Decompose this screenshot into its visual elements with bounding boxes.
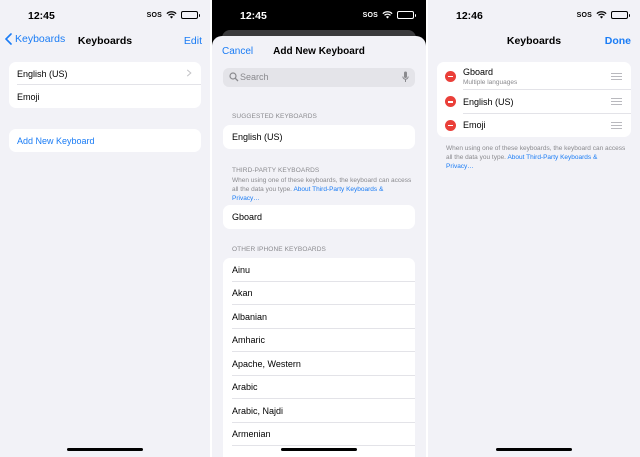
reorder-handle-icon[interactable] — [611, 72, 622, 80]
other-header: OTHER IPHONE KEYBOARDS — [232, 246, 326, 253]
status-time: 12:46 — [456, 10, 483, 22]
third-party-note: When using one of these keyboards, the k… — [232, 176, 412, 203]
wifi-icon — [382, 11, 393, 19]
third-party-keyboard-gboard[interactable]: Gboard — [223, 205, 415, 229]
status-time: 12:45 — [28, 10, 55, 22]
status-time: 12:45 — [240, 10, 267, 22]
keyboard-list: English (US) Emoji — [9, 62, 201, 108]
keyboard-label: Gboard Multiple languages — [463, 67, 517, 86]
delete-icon[interactable] — [445, 119, 456, 131]
keyboard-option[interactable]: Albanian — [223, 305, 415, 329]
suggested-list: English (US) — [223, 125, 415, 149]
keyboard-subtitle: Multiple languages — [463, 78, 518, 86]
sos-indicator: SOS — [362, 11, 378, 19]
third-party-header: THIRD-PARTY KEYBOARDS — [232, 167, 320, 174]
battery-icon — [397, 11, 416, 19]
keyboard-row-english[interactable]: English (US) — [9, 62, 201, 85]
keyboard-row-emoji: Emoji — [437, 114, 631, 138]
status-icons: SOS — [146, 11, 200, 19]
keyboard-row-gboard: Gboard Multiple languages — [437, 62, 631, 90]
home-indicator — [67, 448, 143, 451]
nav-bar: Keyboards Keyboards Edit — [0, 30, 210, 52]
nav-bar: Keyboards Done — [428, 30, 640, 52]
delete-icon[interactable] — [445, 96, 456, 108]
status-bar: 12:45 SOS — [0, 0, 210, 30]
status-bar: 12:46 SOS — [428, 0, 640, 30]
suggested-keyboard-english[interactable]: English (US) — [223, 125, 415, 149]
suggested-header: SUGGESTED KEYBOARDS — [232, 113, 317, 120]
keyboard-option[interactable]: Armenian — [223, 423, 415, 447]
page-title: Keyboards — [77, 35, 133, 47]
keyboard-name: Gboard — [463, 66, 494, 77]
keyboard-option[interactable]: Apache, Western — [223, 352, 415, 376]
status-icons: SOS — [576, 11, 630, 19]
keyboard-row-english: English (US) — [437, 90, 631, 114]
search-field[interactable]: Search — [223, 68, 415, 87]
keyboard-option[interactable]: Ainu — [223, 258, 415, 282]
keyboards-screen: 12:45 SOS Keyboards Keyboards Edit Engli… — [0, 0, 210, 457]
keyboards-edit-screen: 12:46 SOS Keyboards Done Gboard Multiple… — [428, 0, 640, 457]
status-icons: SOS — [362, 11, 416, 19]
add-keyboard-group: Add New Keyboard — [9, 129, 201, 152]
reorder-handle-icon[interactable] — [611, 98, 622, 106]
search-icon — [229, 72, 239, 82]
add-keyboard-screen: 12:45 SOS Cancel Add New Keyboard Search… — [212, 0, 426, 457]
sheet-header: Cancel Add New Keyboard — [212, 36, 426, 66]
third-party-list: Gboard — [223, 205, 415, 229]
home-indicator — [281, 448, 357, 451]
keyboard-option[interactable]: Amharic — [223, 329, 415, 353]
sheet-title: Add New Keyboard — [273, 46, 365, 57]
sos-indicator: SOS — [146, 11, 162, 19]
keyboard-option[interactable]: Akan — [223, 282, 415, 306]
reorder-handle-icon[interactable] — [611, 121, 622, 129]
keyboard-edit-list: Gboard Multiple languages English (US) E… — [437, 62, 631, 137]
keyboard-name: English (US) — [17, 68, 68, 79]
keyboard-name: Emoji — [17, 91, 40, 102]
keyboard-row-emoji[interactable]: Emoji — [9, 85, 201, 108]
keyboard-option[interactable]: Arabic, Najdi — [223, 399, 415, 423]
keyboard-option[interactable]: Arabic — [223, 376, 415, 400]
other-keyboards-list: Ainu Akan Albanian Amharic Apache, Weste… — [223, 258, 415, 457]
microphone-icon[interactable] — [402, 71, 409, 83]
wifi-icon — [166, 11, 177, 19]
wifi-icon — [596, 11, 607, 19]
add-keyboard-sheet: Cancel Add New Keyboard Search SUGGESTED… — [212, 36, 426, 457]
edit-button[interactable]: Edit — [184, 35, 202, 47]
done-button[interactable]: Done — [605, 35, 631, 47]
privacy-note: When using one of these keyboards, the k… — [446, 144, 626, 171]
keyboard-name: Emoji — [463, 120, 486, 131]
battery-icon — [181, 11, 200, 19]
status-bar: 12:45 SOS — [212, 0, 426, 30]
battery-icon — [611, 11, 630, 19]
delete-icon[interactable] — [445, 70, 456, 82]
search-placeholder: Search — [240, 72, 269, 82]
add-keyboard-button[interactable]: Add New Keyboard — [9, 129, 201, 152]
chevron-right-icon — [186, 69, 192, 77]
keyboard-name: English (US) — [463, 96, 514, 107]
home-indicator — [496, 448, 572, 451]
sos-indicator: SOS — [576, 11, 592, 19]
